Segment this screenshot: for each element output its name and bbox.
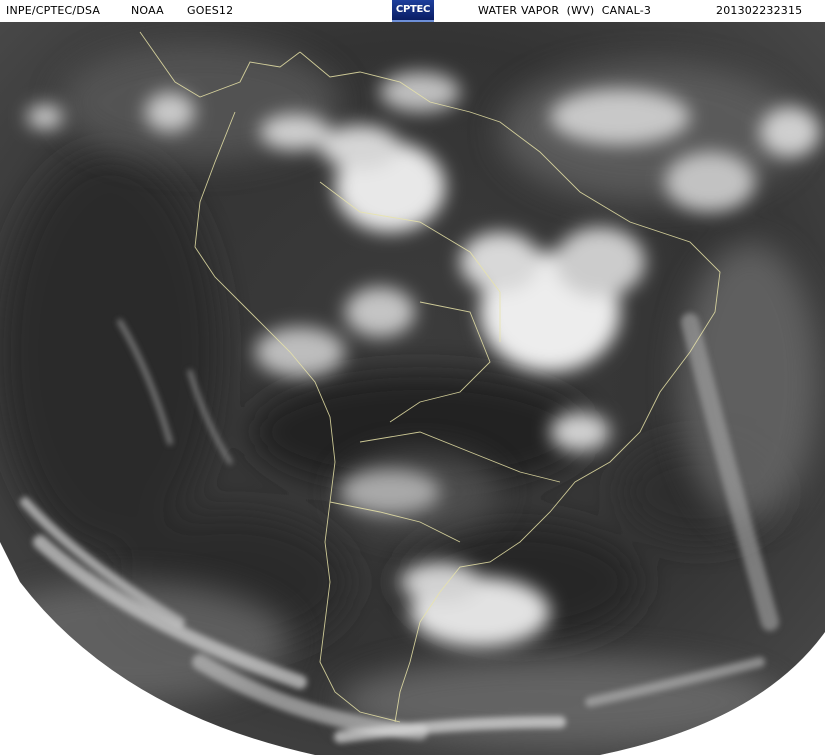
timestamp-label: 201302232315	[716, 4, 803, 17]
cptec-logo: CPTEC	[392, 0, 434, 22]
earth-disk	[0, 22, 825, 755]
source-label: INPE/CPTEC/DSA	[6, 4, 101, 17]
image-header: INPE/CPTEC/DSA NOAA GOES12 CPTEC WATER V…	[0, 0, 825, 22]
satellite-label: GOES12	[187, 4, 234, 17]
product-label: WATER VAPOR (WV) CANAL-3	[478, 4, 652, 17]
satellite-image	[0, 22, 825, 755]
agency-label: NOAA	[131, 4, 164, 17]
